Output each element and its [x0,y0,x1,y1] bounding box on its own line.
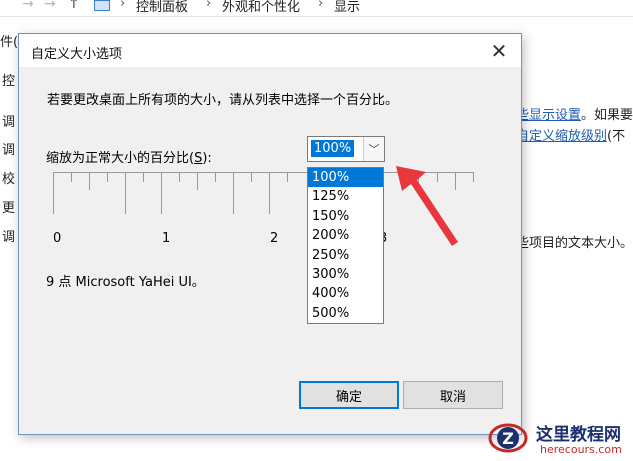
annotation-arrow-icon [396,166,458,246]
watermark-logo-icon: Z [488,423,528,453]
watermark-title: 这里教程网 [536,425,621,445]
arrow-shape [396,166,458,246]
watermark: Z 这里教程网 herecours.com [484,416,633,461]
svg-text:Z: Z [502,429,514,448]
watermark-url: herecours.com [540,443,622,456]
